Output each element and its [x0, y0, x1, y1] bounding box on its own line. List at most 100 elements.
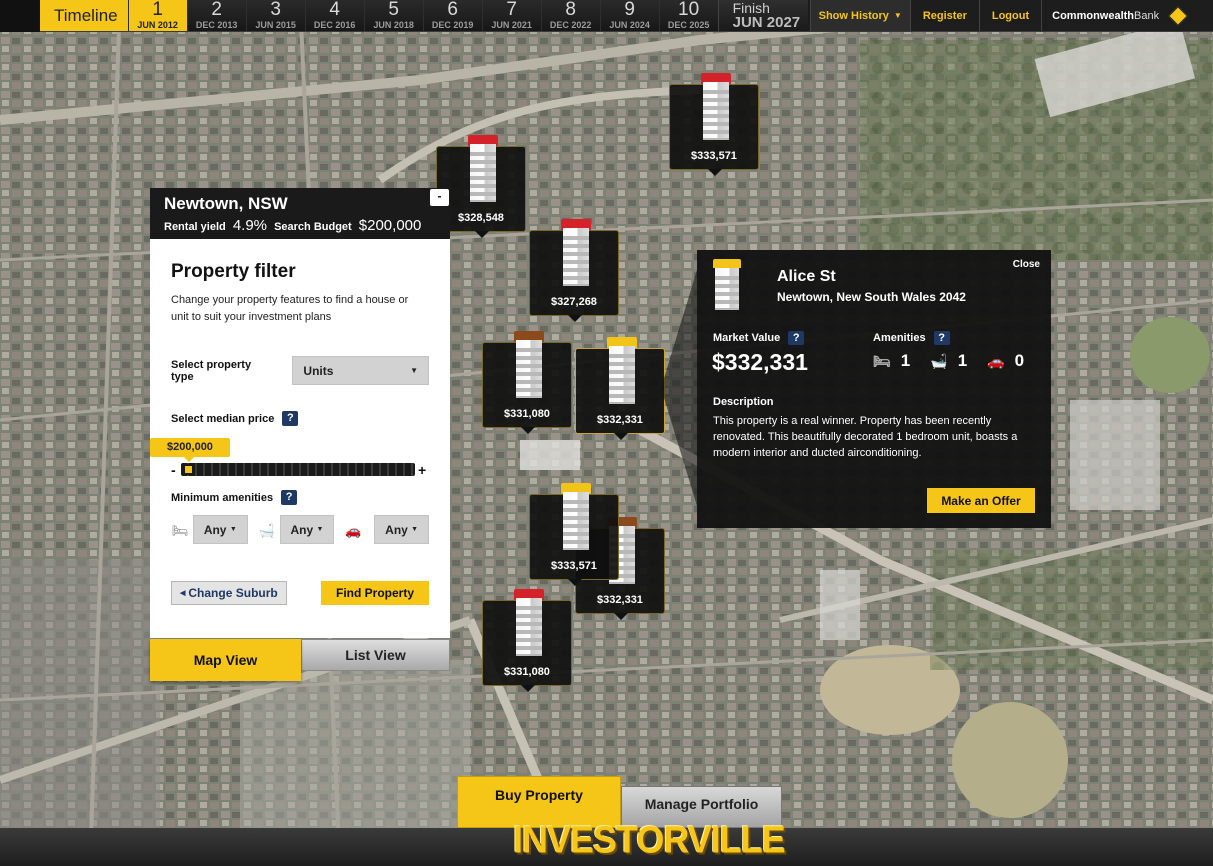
timeline-step-date: JUN 2015	[255, 20, 296, 30]
timeline-step-date: JUN 2021	[491, 20, 532, 30]
slider-value-tag: $200,000	[150, 438, 230, 462]
median-price-label: Select median price	[171, 412, 275, 425]
timeline-step-date: JUN 2018	[373, 20, 414, 30]
timeline-step-number: 8	[565, 0, 576, 20]
timeline-step-number: 3	[270, 0, 281, 20]
parking-select[interactable]: Any ▼	[374, 515, 430, 544]
timeline-step-date: DEC 2019	[431, 20, 474, 30]
property-type-row: Select property type Units ▼	[171, 356, 429, 385]
tab-list-view[interactable]: List View	[301, 639, 450, 671]
property-marker[interactable]: $333,571	[529, 483, 619, 586]
property-marker[interactable]: $333,571	[669, 73, 759, 176]
filter-title: Property filter	[171, 261, 296, 282]
help-icon[interactable]: ?	[282, 411, 299, 426]
bathrooms-select[interactable]: Any ▼	[279, 515, 335, 544]
help-icon[interactable]: ?	[788, 331, 805, 345]
help-icon[interactable]: ?	[933, 331, 950, 345]
slider-minus-button[interactable]: -	[171, 462, 176, 478]
amenities-selectors: 🛏 Any ▼ 🛁 Any ▼ 🚗 Any ▼	[171, 515, 430, 544]
bank-logo: Commonwealth Bank	[1041, 0, 1195, 31]
timeline-step-1[interactable]: 1 JUN 2012	[127, 0, 187, 31]
timeline-step-4[interactable]: 4 DEC 2016	[304, 0, 364, 31]
show-history-button[interactable]: Show History ▼	[809, 0, 910, 31]
bed-icon: 🛏	[873, 352, 891, 369]
caret-down-icon: ▼	[316, 526, 324, 533]
timeline-step-date: DEC 2022	[549, 20, 592, 30]
timeline-step-number: 6	[447, 0, 458, 20]
tab-map-view[interactable]: Map View	[150, 639, 301, 681]
car-icon: 🚗	[987, 352, 1005, 369]
help-icon[interactable]: ?	[281, 490, 298, 505]
register-link[interactable]: Register	[909, 0, 979, 31]
bedrooms-select[interactable]: Any ▼	[192, 515, 248, 544]
amenities-label: Amenities?	[873, 331, 950, 345]
slider-plus-button[interactable]: +	[418, 462, 426, 478]
timeline-step-date: JUN 2012	[137, 20, 178, 30]
close-button[interactable]: Close	[1013, 259, 1040, 270]
timeline-step-7[interactable]: 7 JUN 2021	[481, 0, 541, 31]
bed-icon: 🛏	[171, 522, 189, 538]
timeline-step-number: 1	[152, 0, 163, 20]
marker-price: $332,331	[597, 594, 643, 606]
property-marker[interactable]: $327,268	[529, 219, 619, 322]
market-value-label: Market Value?	[713, 331, 805, 345]
marker-price: $327,268	[551, 296, 597, 308]
property-marker[interactable]: $331,080	[482, 331, 572, 434]
filter-description: Change your property features to find a …	[171, 294, 409, 323]
timeline-step-date: JUN 2024	[609, 20, 650, 30]
median-price-slider[interactable]: $200,000 - +	[150, 438, 429, 484]
building-icon	[514, 589, 544, 659]
building-icon	[561, 219, 591, 289]
change-suburb-button[interactable]: ◀ Change Suburb	[171, 581, 287, 605]
property-type-select[interactable]: Units ▼	[292, 356, 429, 385]
filter-actions: ◀ Change Suburb Find Property	[171, 581, 429, 605]
property-marker[interactable]: $331,080	[482, 589, 572, 692]
top-bar: Timeline 1 JUN 2012 2 DEC 2013 3 JUN 201…	[0, 0, 1213, 32]
bathrooms-count: 1	[957, 351, 968, 370]
timeline-step-8[interactable]: 8 DEC 2022	[540, 0, 600, 31]
parking-value: Any	[385, 522, 408, 537]
bank-logo-bold: Commonwealth	[1052, 9, 1135, 22]
amenities-label: Minimum amenities	[171, 491, 274, 504]
find-property-button[interactable]: Find Property	[321, 581, 429, 605]
timeline-step-9[interactable]: 9 JUN 2024	[599, 0, 659, 31]
timeline-step-2[interactable]: 2 DEC 2013	[186, 0, 246, 31]
building-icon	[713, 259, 745, 311]
timeline-step-3[interactable]: 3 JUN 2015	[245, 0, 305, 31]
suburb-name: Newtown, NSW	[164, 194, 288, 213]
median-price-row: Select median price ?	[171, 411, 429, 426]
make-offer-button[interactable]: Make an Offer	[927, 488, 1035, 513]
timeline-step-10[interactable]: 10 DEC 2025	[658, 0, 718, 31]
show-history-label: Show History	[818, 9, 889, 22]
timeline-step-5[interactable]: 5 JUN 2018	[363, 0, 423, 31]
minimize-button[interactable]: -	[430, 189, 449, 206]
slider-track[interactable]	[181, 463, 415, 476]
car-icon: 🚗	[345, 522, 362, 538]
timeline-step-number: 7	[506, 0, 517, 20]
timeline-title: Timeline	[0, 0, 128, 32]
timeline-step-number: 5	[388, 0, 399, 20]
timeline-step-number: 4	[329, 0, 340, 20]
timeline-step-date: DEC 2013	[195, 20, 238, 30]
marker-price: $332,331	[597, 414, 643, 426]
market-value: $332,331	[712, 349, 808, 375]
suburb-header: Newtown, NSW Rental yield 4.9% Search Bu…	[150, 188, 450, 239]
timeline-step-6[interactable]: 6 DEC 2019	[422, 0, 482, 31]
caret-left-icon: ◀	[180, 590, 186, 597]
bedrooms-count: 1	[900, 351, 911, 370]
suburb-meta: Rental yield 4.9% Search Budget $200,000	[164, 217, 436, 234]
property-description: This property is a real winner. Property…	[713, 415, 1018, 459]
building-icon	[514, 331, 544, 401]
rental-yield-value: 4.9%	[232, 217, 268, 234]
change-suburb-label: Change Suburb	[188, 586, 278, 600]
timeline-step-date: DEC 2025	[667, 20, 710, 30]
slider-thumb[interactable]	[183, 464, 194, 475]
amenities-values: 🛏 1 🛁 1 🚗 0	[873, 351, 1044, 371]
logout-link[interactable]: Logout	[978, 0, 1041, 31]
building-icon	[468, 135, 498, 205]
timeline-step-number: 10	[678, 0, 700, 20]
timeline-step-number: 2	[211, 0, 222, 20]
bathrooms-value: Any	[290, 522, 314, 537]
property-filter-panel: Newtown, NSW Rental yield 4.9% Search Bu…	[150, 188, 450, 638]
property-marker-selected[interactable]: $332,331	[575, 337, 665, 440]
